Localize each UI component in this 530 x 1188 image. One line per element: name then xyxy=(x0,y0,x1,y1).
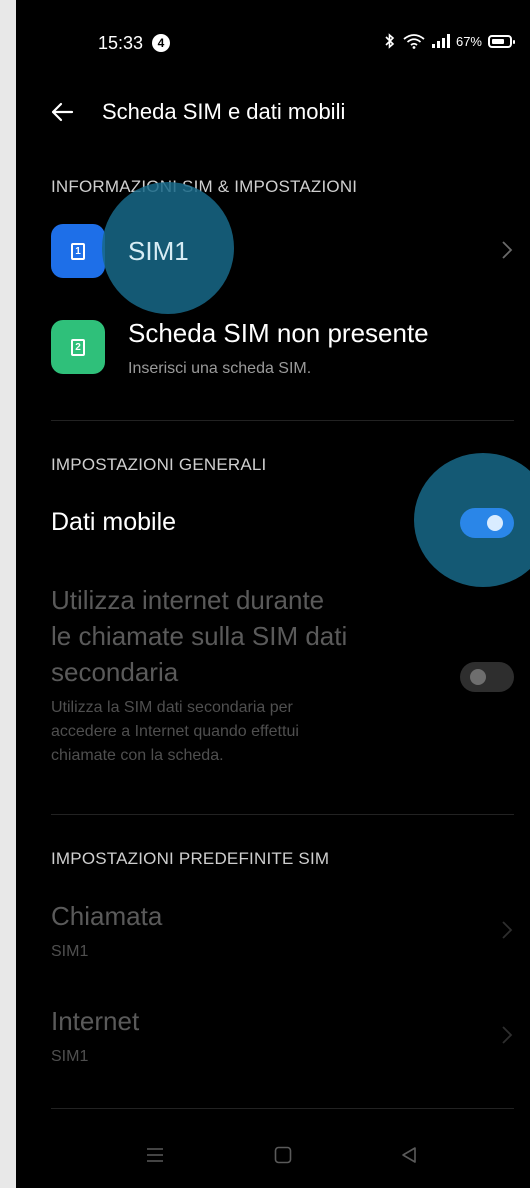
default-internet-row: Internet SIM1 xyxy=(16,1003,530,1079)
system-navigation-bar xyxy=(16,1120,530,1188)
call-value: SIM1 xyxy=(51,943,89,960)
sim2-row[interactable]: 2 Scheda SIM non presente Inserisci una … xyxy=(16,312,530,392)
status-bar: 15:33 4 67% xyxy=(16,0,530,88)
chevron-right-icon xyxy=(502,1026,513,1044)
wifi-icon xyxy=(403,34,425,49)
mobile-data-label: Dati mobile xyxy=(51,508,177,536)
status-icons: 67% xyxy=(384,33,515,49)
sim2-label: Scheda SIM non presente xyxy=(128,318,429,348)
home-icon[interactable] xyxy=(274,1146,292,1164)
page-title: Scheda SIM e dati mobili xyxy=(102,99,346,124)
chevron-right-icon xyxy=(502,921,513,939)
call-label: Chiamata xyxy=(51,901,163,931)
sim1-label: SIM1 xyxy=(128,236,189,266)
sim1-row[interactable]: 1 SIM1 xyxy=(16,182,530,314)
notification-count-badge: 4 xyxy=(152,34,170,52)
back-arrow-icon[interactable] xyxy=(48,98,76,126)
sim2-sublabel: Inserisci una scheda SIM. xyxy=(128,360,312,377)
mobile-data-row[interactable]: Dati mobile xyxy=(16,453,530,587)
bluetooth-icon xyxy=(385,33,395,49)
battery-icon xyxy=(488,34,515,48)
internet-label: Internet xyxy=(51,1006,140,1036)
chevron-right-icon xyxy=(502,241,513,259)
default-sim-section-heading: IMPOSTAZIONI PREDEFINITE SIM xyxy=(51,849,330,868)
secondary-data-description: Utilizza la SIM dati secondaria per acce… xyxy=(51,699,299,764)
divider xyxy=(51,1108,514,1109)
secondary-data-toggle[interactable] xyxy=(460,662,514,692)
menu-icon[interactable] xyxy=(146,1147,164,1163)
battery-percent: 67% xyxy=(455,33,482,49)
internet-value: SIM1 xyxy=(51,1048,89,1065)
divider xyxy=(51,420,514,421)
mobile-data-toggle[interactable] xyxy=(460,508,514,538)
signal-icon xyxy=(431,34,450,48)
sim2-card-icon: 2 xyxy=(51,320,105,374)
secondary-data-title: Utilizza internet durante le chiamate su… xyxy=(51,585,348,687)
phone-screen: 15:33 4 67% Scheda SIM e dati mobili INF… xyxy=(16,0,530,1188)
divider xyxy=(51,814,514,815)
secondary-sim-data-row: Utilizza internet durante le chiamate su… xyxy=(16,582,530,782)
status-time: 15:33 xyxy=(98,33,144,53)
general-section-heading: IMPOSTAZIONI GENERALI xyxy=(51,455,267,474)
app-header: Scheda SIM e dati mobili xyxy=(16,88,530,136)
default-call-row: Chiamata SIM1 xyxy=(16,898,530,974)
sim1-card-icon: 1 xyxy=(51,224,105,278)
back-triangle-icon[interactable] xyxy=(400,1146,418,1164)
